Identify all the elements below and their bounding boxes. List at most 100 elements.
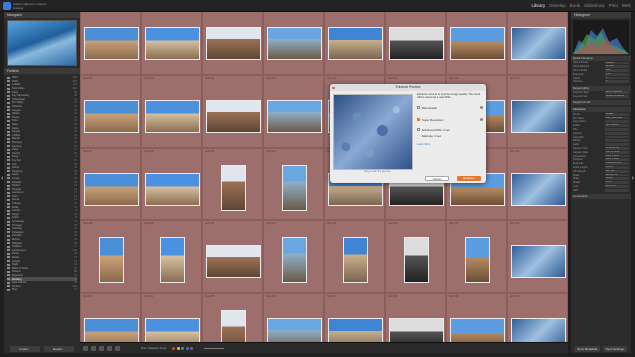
folder-row[interactable]: Misc 23: [7, 288, 77, 292]
grid-cell[interactable]: Spiti 037: [324, 293, 385, 342]
keyword-list-header[interactable]: Keyword List: [571, 100, 631, 106]
row-value[interactable]: Default: [605, 112, 629, 116]
grid-cell[interactable]: Spiti 003: [202, 12, 263, 75]
row-value[interactable]: Spiti Selects: [605, 124, 629, 128]
grid-cell[interactable]: Spiti 008: [507, 12, 568, 75]
module-web[interactable]: Web: [622, 3, 631, 8]
row-value[interactable]: NIKON: [605, 177, 629, 181]
export-button[interactable]: Export...: [44, 346, 74, 352]
enhance-button[interactable]: Enhance: [457, 176, 481, 181]
grid-cell[interactable]: Spiti 034: [141, 293, 202, 342]
grid-view-icon[interactable]: [83, 345, 88, 351]
row-value[interactable]: [605, 120, 629, 124]
photo-thumbnail[interactable]: [450, 318, 505, 342]
super-resolution-checkbox[interactable]: [417, 118, 420, 121]
module-print[interactable]: Print: [609, 3, 618, 8]
row-value[interactable]: DSC_4821.NEF: [605, 116, 629, 120]
comments-header[interactable]: Comments: [571, 194, 631, 200]
grid-cell[interactable]: Spiti 036: [263, 293, 324, 342]
photo-thumbnail[interactable]: [221, 164, 246, 211]
raw-details-option[interactable]: Raw Details: [417, 105, 483, 110]
row-value[interactable]: Custom: [605, 61, 629, 65]
photo-thumbnail[interactable]: [328, 318, 383, 342]
grid-cell[interactable]: Spiti 027: [202, 220, 263, 294]
grid-cell[interactable]: Spiti 017: [80, 147, 141, 221]
grid-cell[interactable]: Spiti 005: [324, 12, 385, 75]
grid-cell[interactable]: Spiti 039: [446, 293, 507, 342]
grid-cell[interactable]: Spiti 029: [324, 220, 385, 294]
row-value[interactable]: As Shot: [605, 65, 629, 69]
label-green-icon[interactable]: [181, 346, 185, 350]
photo-thumbnail[interactable]: [343, 237, 368, 284]
photo-thumbnail[interactable]: [282, 164, 307, 211]
row-value[interactable]: [605, 128, 629, 131]
photo-thumbnail[interactable]: [267, 318, 322, 342]
photo-thumbnail[interactable]: [511, 27, 566, 60]
row-value[interactable]: 0.00: [605, 72, 629, 76]
grid-cell[interactable]: Spiti 031: [446, 220, 507, 294]
raw-details-checkbox[interactable]: [417, 106, 420, 109]
row-value[interactable]: 6000 x 4000: [605, 154, 629, 158]
survey-view-icon[interactable]: [107, 345, 112, 351]
grid-cell[interactable]: Spiti 016: [507, 74, 568, 148]
photo-thumbnail[interactable]: [84, 27, 139, 60]
grid-cell[interactable]: Spiti 030: [385, 220, 446, 294]
info-icon[interactable]: [480, 106, 483, 109]
module-slideshow[interactable]: Slideshow: [584, 3, 605, 8]
thumbnail-size-slider[interactable]: [204, 347, 225, 349]
photo-thumbnail[interactable]: [84, 99, 139, 133]
photo-thumbnail[interactable]: [221, 310, 246, 342]
photo-thumbnail[interactable]: [84, 318, 139, 342]
module-book[interactable]: Book: [570, 3, 580, 8]
grid-cell[interactable]: Spiti 024: [507, 147, 568, 221]
row-value[interactable]: 1/500 sec at f/8: [605, 162, 629, 166]
row-value[interactable]: Did not fire: [605, 173, 629, 177]
grid-cell[interactable]: Spiti 019: [202, 147, 263, 221]
painter-icon[interactable]: [115, 345, 120, 351]
photo-thumbnail[interactable]: [267, 27, 322, 60]
label-red-icon[interactable]: [172, 346, 176, 350]
sort-label[interactable]: Sort: Capture Time: [141, 346, 166, 350]
row-value[interactable]: 6000 x 4000: [605, 158, 629, 162]
row-value[interactable]: [605, 188, 629, 192]
photo-thumbnail[interactable]: [84, 172, 139, 206]
grid-cell[interactable]: Spiti 018: [141, 147, 202, 221]
photo-thumbnail[interactable]: [145, 172, 200, 206]
row-value[interactable]: Recent Keywords: [605, 95, 629, 98]
photo-thumbnail[interactable]: [465, 237, 490, 284]
row-value[interactable]: ISO 100: [605, 169, 629, 173]
enhanced-dng-option[interactable]: Enhanced DNG: 2 sec: [417, 127, 483, 132]
grid-cell[interactable]: Spiti 001: [80, 12, 141, 75]
navigator-preview[interactable]: [7, 20, 77, 66]
sync-settings-button[interactable]: Sync Settings: [602, 346, 627, 352]
photo-thumbnail[interactable]: [206, 245, 261, 279]
row-value[interactable]: Enter Keywords: [605, 91, 629, 95]
label-blue-icon[interactable]: [185, 346, 189, 350]
grid-cell[interactable]: Spiti 010: [141, 74, 202, 148]
row-value[interactable]: 35 mm: [605, 166, 629, 169]
label-purple-icon[interactable]: [190, 346, 194, 350]
grid-cell[interactable]: Spiti 002: [141, 12, 202, 75]
photo-thumbnail[interactable]: [145, 27, 200, 60]
compare-view-icon[interactable]: [99, 345, 104, 351]
photo-thumbnail[interactable]: [145, 318, 200, 342]
grid-cell[interactable]: Spiti 025: [80, 220, 141, 294]
photo-thumbnail[interactable]: [511, 99, 566, 133]
row-value[interactable]: [605, 131, 629, 135]
grid-cell[interactable]: Spiti 020: [263, 147, 324, 221]
super-resolution-option[interactable]: Super Resolution: [417, 117, 483, 122]
enhance-preview-image[interactable]: [333, 94, 413, 170]
grid-cell[interactable]: Spiti 006: [385, 12, 446, 75]
photo-thumbnail[interactable]: [145, 99, 200, 133]
grid-cell[interactable]: Spiti 004: [263, 12, 324, 75]
row-value[interactable]: ·····: [605, 139, 629, 143]
grid-cell[interactable]: Spiti 012: [263, 74, 324, 148]
photo-thumbnail[interactable]: [511, 318, 566, 342]
label-yellow-icon[interactable]: [176, 346, 180, 350]
grid-cell[interactable]: Spiti 028: [263, 220, 324, 294]
photo-thumbnail[interactable]: [267, 99, 322, 133]
photo-thumbnail[interactable]: [404, 237, 429, 284]
grid-cell[interactable]: Spiti 033: [80, 293, 141, 342]
right-panel-toggle-icon[interactable]: [632, 176, 634, 180]
photo-thumbnail[interactable]: [450, 27, 505, 60]
